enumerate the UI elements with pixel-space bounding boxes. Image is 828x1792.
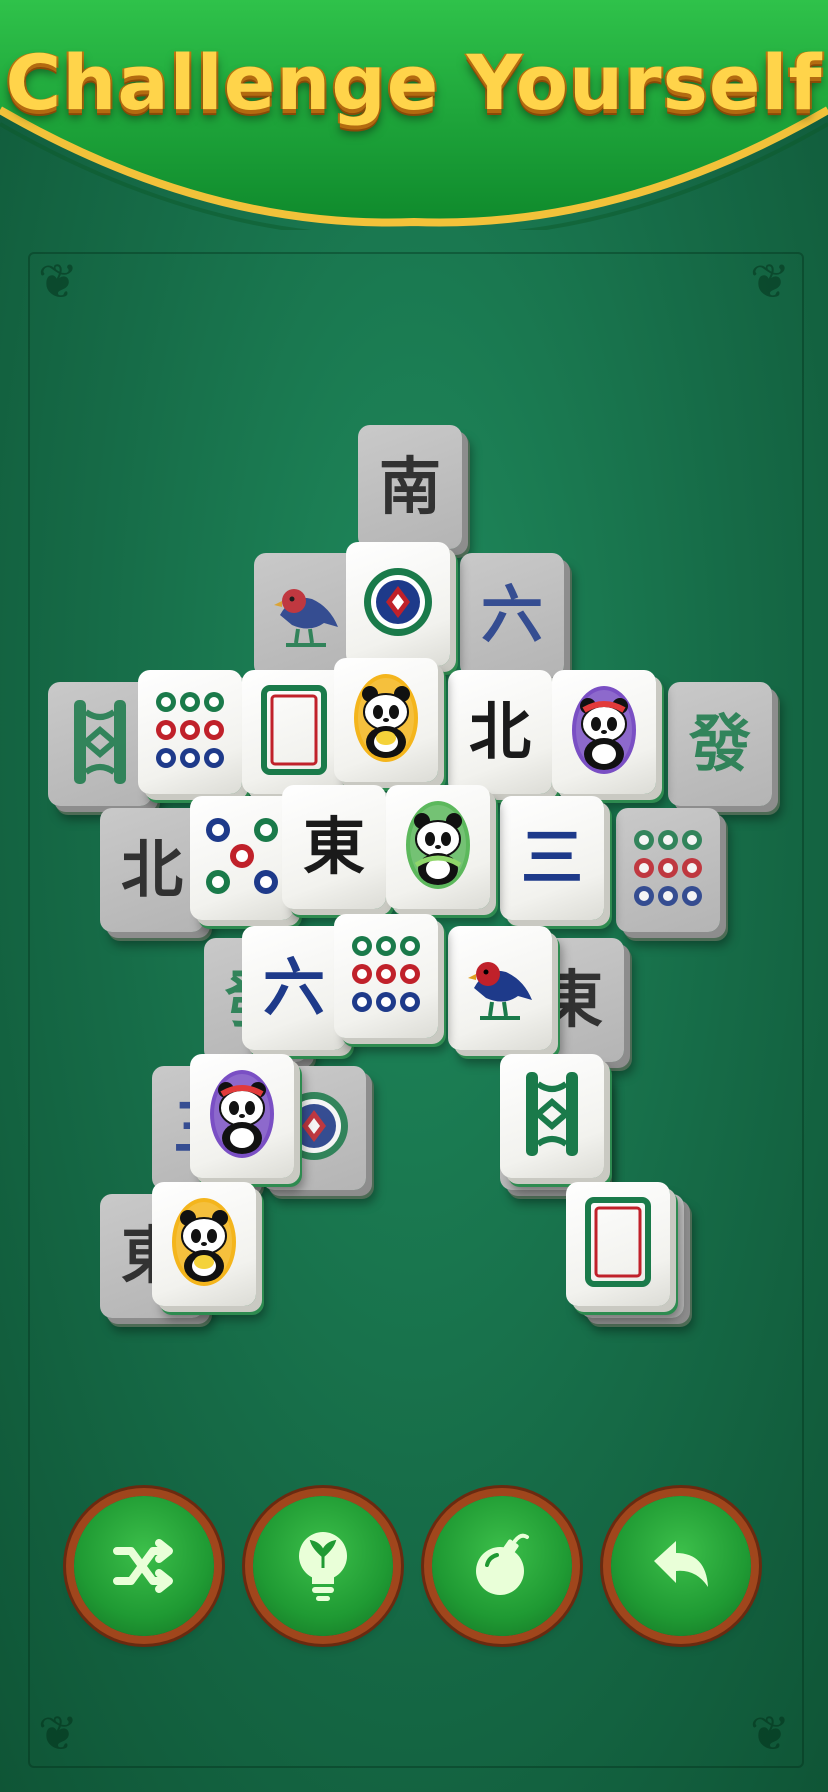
mahjong-tile[interactable]: 北 (100, 808, 204, 932)
mahjong-tile[interactable] (152, 1182, 256, 1306)
action-toolbar (0, 1490, 828, 1640)
tile-glyph: 南 (378, 450, 441, 523)
shuffle-icon (113, 1539, 173, 1593)
panda-green-icon (398, 795, 478, 899)
mahjong-tile[interactable]: 發 (668, 682, 772, 806)
undo-button[interactable] (611, 1496, 751, 1636)
mahjong-tile[interactable] (242, 670, 346, 794)
mahjong-tile[interactable]: 六 (242, 926, 346, 1050)
tile-glyph: 六 (262, 951, 325, 1024)
white-dragon-icon (578, 1192, 658, 1296)
mahjong-tile[interactable] (190, 1054, 294, 1178)
tile-glyph: 北 (468, 695, 531, 768)
tile-glyph: 六 (480, 578, 543, 651)
mahjong-tile[interactable]: 東 (282, 785, 386, 909)
circles-5-icon (202, 806, 282, 910)
panda-orange-icon (164, 1192, 244, 1296)
panda-purple-icon (202, 1064, 282, 1168)
mahjong-tile[interactable] (500, 1054, 604, 1178)
mahjong-tile[interactable] (448, 926, 552, 1050)
circle-1-icon (358, 552, 438, 656)
shuffle-button[interactable] (74, 1496, 214, 1636)
tile-glyph: 三 (520, 821, 583, 894)
mahjong-tile[interactable]: 南 (358, 425, 462, 549)
mahjong-tile[interactable] (616, 808, 720, 932)
tile-glyph: 發 (688, 707, 751, 780)
mahjong-tile[interactable] (138, 670, 242, 794)
bomb-icon (476, 1533, 529, 1595)
tile-glyph: 北 (120, 833, 183, 906)
mahjong-tile[interactable]: 三 (500, 796, 604, 920)
circles-9-icon (150, 680, 230, 784)
white-dragon-icon (254, 680, 334, 784)
panda-purple-icon (564, 680, 644, 784)
mahjong-tile[interactable] (386, 785, 490, 909)
bamboo-2-icon (60, 692, 140, 796)
bomb-button[interactable] (432, 1496, 572, 1636)
hint-button[interactable] (253, 1496, 393, 1636)
mahjong-tile[interactable] (334, 914, 438, 1038)
mahjong-tile[interactable] (552, 670, 656, 794)
undo-icon (654, 1541, 708, 1587)
mahjong-tile[interactable]: 北 (448, 670, 552, 794)
mahjong-tile[interactable]: 六 (460, 553, 564, 677)
mahjong-tile[interactable] (334, 658, 438, 782)
tile-glyph: 東 (302, 810, 365, 883)
panda-orange-icon (346, 668, 426, 772)
mahjong-tile[interactable] (48, 682, 152, 806)
mahjong-tile[interactable] (566, 1182, 670, 1306)
bird-icon (266, 563, 346, 667)
bird-icon (460, 936, 540, 1040)
circles-9-icon (346, 924, 426, 1028)
mahjong-tile[interactable] (346, 542, 450, 666)
bamboo-2-icon (512, 1064, 592, 1168)
lightbulb-icon (299, 1532, 347, 1601)
circles-9-icon (628, 818, 708, 922)
mahjong-tile[interactable] (190, 796, 294, 920)
